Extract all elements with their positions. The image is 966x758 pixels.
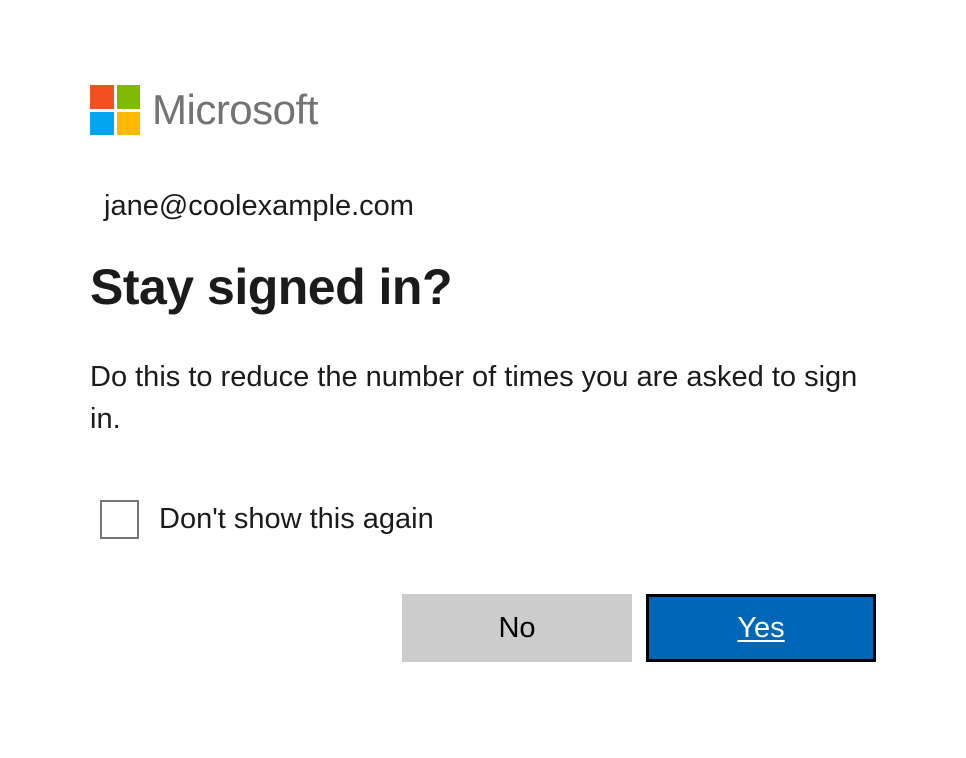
signin-dialog: Microsoft jane@coolexample.com Stay sign… (0, 0, 966, 662)
dont-show-again-checkbox[interactable] (100, 500, 139, 539)
microsoft-logo-icon (90, 85, 140, 135)
brand-name: Microsoft (152, 86, 318, 134)
dont-show-again-label[interactable]: Don't show this again (159, 503, 434, 536)
dont-show-again-row: Don't show this again (90, 500, 876, 539)
account-email: jane@coolexample.com (90, 190, 876, 223)
button-row: No Yes (90, 594, 876, 662)
no-button[interactable]: No (402, 594, 632, 662)
dialog-title: Stay signed in? (90, 258, 876, 316)
yes-button[interactable]: Yes (646, 594, 876, 662)
dialog-description: Do this to reduce the number of times yo… (90, 356, 876, 440)
brand-row: Microsoft (90, 85, 876, 135)
